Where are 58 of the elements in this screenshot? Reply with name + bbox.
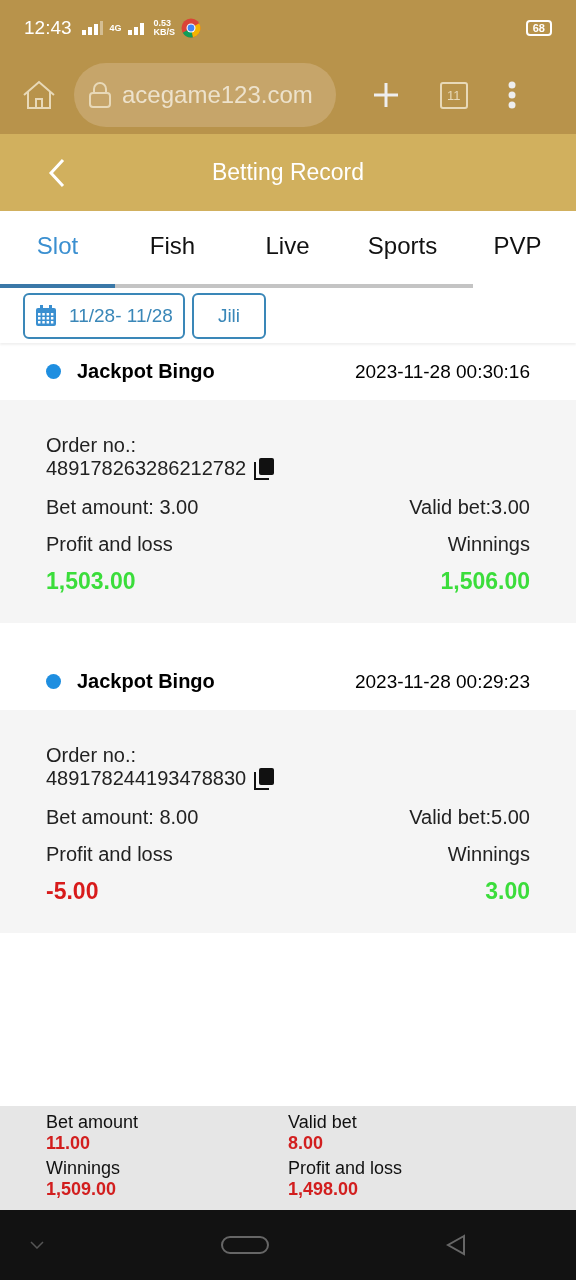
bet-amount: Bet amount: 8.00 — [46, 806, 199, 829]
order-number: 489178263286212782 — [46, 457, 247, 480]
network-type: 4G — [109, 23, 122, 33]
speed-unit: KB/S — [153, 28, 176, 37]
bet-amount: Bet amount: 3.00 — [46, 496, 199, 519]
signal-icon — [81, 21, 104, 35]
summary-value: 1,498.00 — [288, 1179, 360, 1200]
back-icon[interactable] — [48, 157, 66, 188]
game-name: Jackpot Bingo — [77, 670, 215, 693]
chevron-down-icon[interactable] — [30, 1241, 44, 1249]
url-text: acegame123.com — [122, 81, 313, 109]
category-tab[interactable]: Live — [230, 211, 345, 288]
battery-indicator: 68 — [525, 20, 552, 36]
order-label: Order no.: — [46, 744, 138, 767]
order-number: 489178244193478830 — [46, 767, 247, 790]
plus-icon[interactable] — [372, 81, 400, 109]
winnings-label: Winnings — [447, 533, 530, 556]
page-title: Betting Record — [210, 159, 366, 186]
summary-label: Winnings — [46, 1158, 122, 1179]
category-tab[interactable]: Sports — [345, 211, 460, 288]
valid-bet: Valid bet:5.00 — [409, 806, 530, 829]
status-dot — [46, 364, 61, 379]
calendar-icon — [35, 305, 57, 327]
provider-button[interactable]: Jili — [191, 293, 267, 339]
winnings-value: 3.00 — [485, 878, 530, 905]
summary-value: 1,509.00 — [46, 1179, 118, 1200]
status-time: 12:43 — [24, 17, 72, 39]
bet-time: 2023-11-28 00:30:16 — [354, 360, 530, 383]
home-icon[interactable] — [22, 80, 56, 110]
lock-icon — [88, 81, 112, 109]
back-triangle-icon[interactable] — [446, 1234, 466, 1256]
bet-time: 2023-11-28 00:29:23 — [354, 670, 530, 693]
network-speed: 0.53 — [153, 19, 173, 28]
summary-label: Valid bet — [288, 1112, 358, 1133]
home-pill-icon[interactable] — [221, 1236, 269, 1254]
status-dot — [46, 674, 61, 689]
browser-logo-icon — [181, 18, 202, 38]
order-label: Order no.: — [46, 434, 138, 457]
copy-icon[interactable] — [254, 457, 275, 480]
profit-value: 1,503.00 — [46, 568, 136, 595]
profit-label: Profit and loss — [46, 533, 173, 556]
valid-bet: Valid bet:3.00 — [409, 496, 530, 519]
copy-icon[interactable] — [254, 767, 275, 790]
summary-label: Profit and loss — [288, 1158, 404, 1179]
profit-value: -5.00 — [46, 878, 99, 905]
category-tab[interactable]: Fish — [115, 211, 230, 288]
winnings-value: 1,506.00 — [440, 568, 530, 595]
game-name: Jackpot Bingo — [77, 360, 215, 383]
date-range-button[interactable]: 11/28- 11/28 — [23, 293, 185, 339]
category-tab[interactable]: Slot — [0, 211, 115, 288]
winnings-label: Winnings — [447, 843, 530, 866]
tab-count-button[interactable]: 11 — [440, 81, 468, 109]
more-icon[interactable] — [507, 81, 516, 109]
category-tab[interactable]: PVP — [460, 211, 575, 288]
profit-label: Profit and loss — [46, 843, 173, 866]
summary-value: 11.00 — [46, 1133, 92, 1154]
summary-label: Bet amount — [46, 1112, 140, 1133]
summary-value: 8.00 — [288, 1133, 325, 1154]
